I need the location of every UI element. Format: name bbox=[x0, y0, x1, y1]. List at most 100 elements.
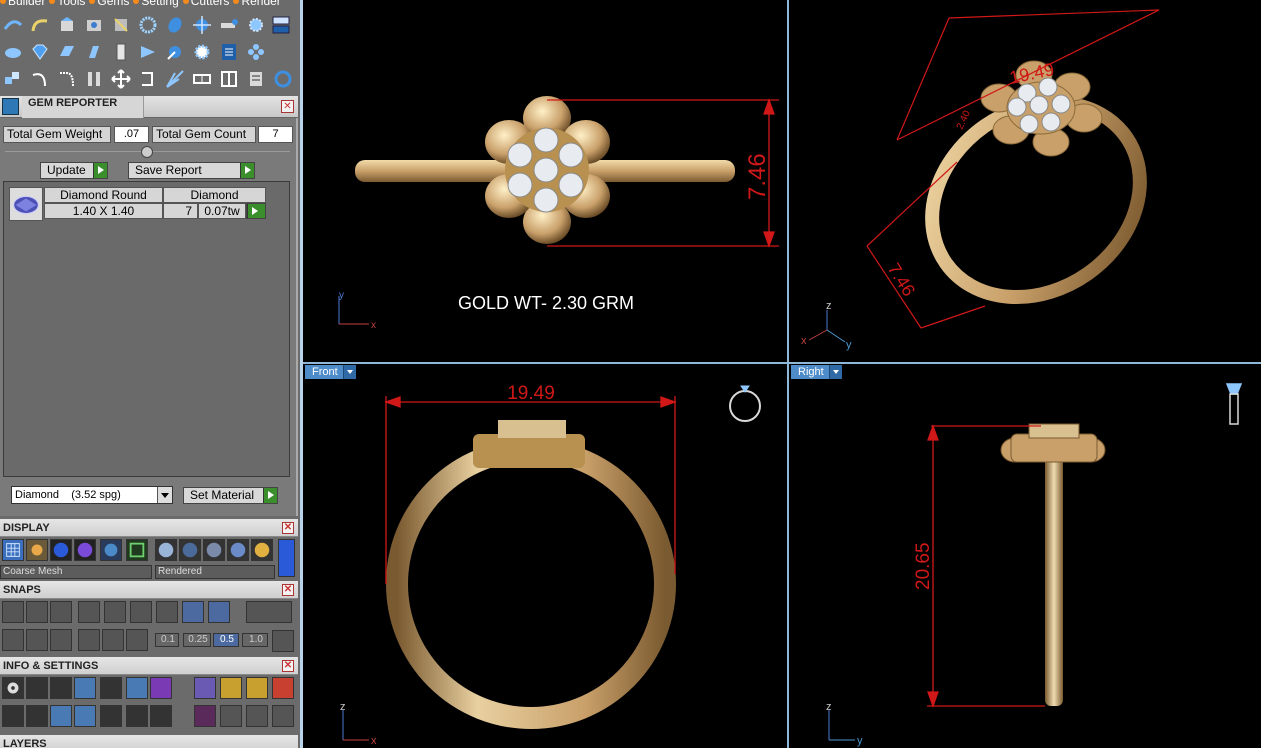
info-settings-panel-header[interactable]: INFO & SETTINGS ✕ bbox=[0, 657, 298, 675]
right-view-selector[interactable]: Right bbox=[791, 365, 842, 379]
move-icon[interactable] bbox=[108, 66, 134, 92]
head-tool-icon[interactable] bbox=[108, 12, 134, 38]
snap-center-icon[interactable] bbox=[130, 601, 152, 623]
right-viewport[interactable]: Right 20.65 z y bbox=[789, 364, 1261, 748]
top-viewport[interactable]: 7.46 y x GOLD WT- 2.30 GRM bbox=[303, 0, 787, 362]
mirror-icon[interactable] bbox=[81, 66, 107, 92]
display-panel-header[interactable]: DISPLAY ✕ bbox=[0, 519, 298, 537]
material-sphere-1-icon[interactable] bbox=[155, 539, 177, 561]
ring-size-icon[interactable] bbox=[729, 385, 761, 422]
frame-3-icon[interactable] bbox=[272, 677, 294, 699]
snap-cross-icon[interactable] bbox=[50, 601, 72, 623]
material-sphere-2-icon[interactable] bbox=[179, 539, 201, 561]
front-view-selector[interactable]: Front bbox=[305, 365, 356, 379]
snap-value-0[interactable]: 0.1 bbox=[155, 633, 179, 647]
arc-icon[interactable] bbox=[27, 66, 53, 92]
mesh-select[interactable]: Coarse Mesh bbox=[0, 565, 152, 579]
snap-plane-icon[interactable] bbox=[2, 629, 24, 651]
render-select[interactable]: Rendered bbox=[155, 565, 275, 579]
snap-diagonal-icon[interactable] bbox=[78, 629, 100, 651]
transform-3-icon[interactable] bbox=[272, 705, 294, 727]
box-icon[interactable] bbox=[74, 677, 96, 699]
wireframe-icon[interactable] bbox=[2, 539, 24, 561]
front-viewport[interactable]: Front 19.49 z x bbox=[303, 364, 787, 748]
snap-box-icon[interactable] bbox=[246, 601, 292, 623]
frame-icon[interactable] bbox=[220, 677, 242, 699]
spline-icon[interactable] bbox=[54, 66, 80, 92]
star-cut-icon[interactable] bbox=[189, 39, 215, 65]
monitor-icon[interactable] bbox=[26, 705, 48, 727]
transform-2-icon[interactable] bbox=[246, 705, 268, 727]
gem-rail-icon[interactable] bbox=[216, 12, 242, 38]
snap-corner-icon[interactable] bbox=[104, 601, 126, 623]
snap-line-icon[interactable] bbox=[208, 601, 230, 623]
environment-icon[interactable] bbox=[100, 539, 122, 561]
set-material-button[interactable]: Set Material bbox=[183, 487, 278, 504]
gem-cluster-icon[interactable] bbox=[135, 12, 161, 38]
gem-compass-icon[interactable] bbox=[189, 12, 215, 38]
menu-tools[interactable]: Tools bbox=[49, 0, 85, 8]
perspective-viewport[interactable]: 19.49 7.46 2.40 z x y bbox=[789, 0, 1261, 362]
wrench-icon[interactable] bbox=[26, 677, 48, 699]
snap-eye-icon[interactable] bbox=[102, 629, 124, 651]
bezel-icon[interactable] bbox=[0, 39, 26, 65]
settings-gear-icon[interactable] bbox=[2, 677, 24, 699]
panel-toggle-icon[interactable] bbox=[270, 12, 292, 38]
snap-grid-icon[interactable] bbox=[2, 601, 24, 623]
material-sphere-3-icon[interactable] bbox=[203, 539, 225, 561]
snaps-panel-header[interactable]: SNAPS ✕ bbox=[0, 581, 298, 599]
layers-panel-header[interactable]: LAYERS bbox=[0, 735, 298, 748]
cutter-icon[interactable] bbox=[162, 39, 188, 65]
prong-icon[interactable] bbox=[108, 39, 134, 65]
menu-gems[interactable]: Gems bbox=[89, 0, 129, 8]
gem-reporter-title[interactable]: GEM REPORTER bbox=[22, 96, 144, 118]
filter-icon[interactable] bbox=[100, 705, 122, 727]
cube-icon[interactable] bbox=[150, 677, 172, 699]
group-icon[interactable] bbox=[216, 66, 242, 92]
snap-value-3[interactable]: 1.0 bbox=[242, 633, 268, 647]
snap-midpoint-icon[interactable] bbox=[182, 601, 204, 623]
gem-spread-icon[interactable] bbox=[243, 39, 269, 65]
menu-setting[interactable]: Setting bbox=[133, 0, 179, 8]
grid-view-icon[interactable] bbox=[126, 539, 148, 561]
cube-wire-icon[interactable] bbox=[50, 705, 72, 727]
close-icon[interactable]: ✕ bbox=[282, 522, 294, 534]
layout-icon[interactable] bbox=[2, 705, 24, 727]
snap-grid-toggle-icon[interactable] bbox=[272, 630, 294, 652]
material-sphere-4-icon[interactable] bbox=[227, 539, 249, 561]
menu-builder[interactable]: Builder bbox=[0, 0, 45, 8]
material-sphere-gold-icon[interactable] bbox=[251, 539, 273, 561]
diamond-icon[interactable] bbox=[27, 39, 53, 65]
link-icon[interactable] bbox=[189, 66, 215, 92]
scale-icon[interactable] bbox=[162, 66, 188, 92]
snap-curve-icon[interactable] bbox=[26, 601, 48, 623]
snap-measure-icon[interactable] bbox=[126, 629, 148, 651]
bend-tool-icon[interactable] bbox=[27, 12, 53, 38]
printer-icon[interactable] bbox=[50, 677, 72, 699]
circle-tool-icon[interactable] bbox=[270, 66, 296, 92]
frame-2-icon[interactable] bbox=[246, 677, 268, 699]
save-report-button[interactable]: Save Report bbox=[128, 162, 255, 179]
gem-pave-icon[interactable] bbox=[162, 12, 188, 38]
bar-setting-icon[interactable] bbox=[81, 39, 107, 65]
book-icon[interactable] bbox=[74, 705, 96, 727]
edit-icon[interactable] bbox=[126, 677, 148, 699]
boolean-icon[interactable] bbox=[0, 66, 26, 92]
magic-icon[interactable] bbox=[194, 677, 216, 699]
render-icon[interactable] bbox=[194, 705, 216, 727]
close-icon[interactable]: ✕ bbox=[282, 660, 294, 672]
gold-render-icon[interactable] bbox=[26, 539, 48, 561]
display-side-toggle[interactable] bbox=[278, 539, 295, 577]
splitter-handle[interactable] bbox=[141, 146, 153, 158]
shaded-purple-icon[interactable] bbox=[74, 539, 96, 561]
shank-tool-icon[interactable] bbox=[81, 12, 107, 38]
snap-value-2[interactable]: 0.5 bbox=[213, 633, 239, 647]
snap-circle-icon[interactable] bbox=[156, 601, 178, 623]
snap-cube-icon[interactable] bbox=[26, 629, 48, 651]
shell-tool-icon[interactable] bbox=[54, 12, 80, 38]
gem-report-icon[interactable] bbox=[216, 39, 242, 65]
snap-value-1[interactable]: 0.25 bbox=[183, 633, 211, 647]
close-icon[interactable]: ✕ bbox=[282, 584, 294, 596]
gem-row-go-button[interactable] bbox=[246, 203, 266, 219]
list-icon[interactable] bbox=[150, 705, 172, 727]
